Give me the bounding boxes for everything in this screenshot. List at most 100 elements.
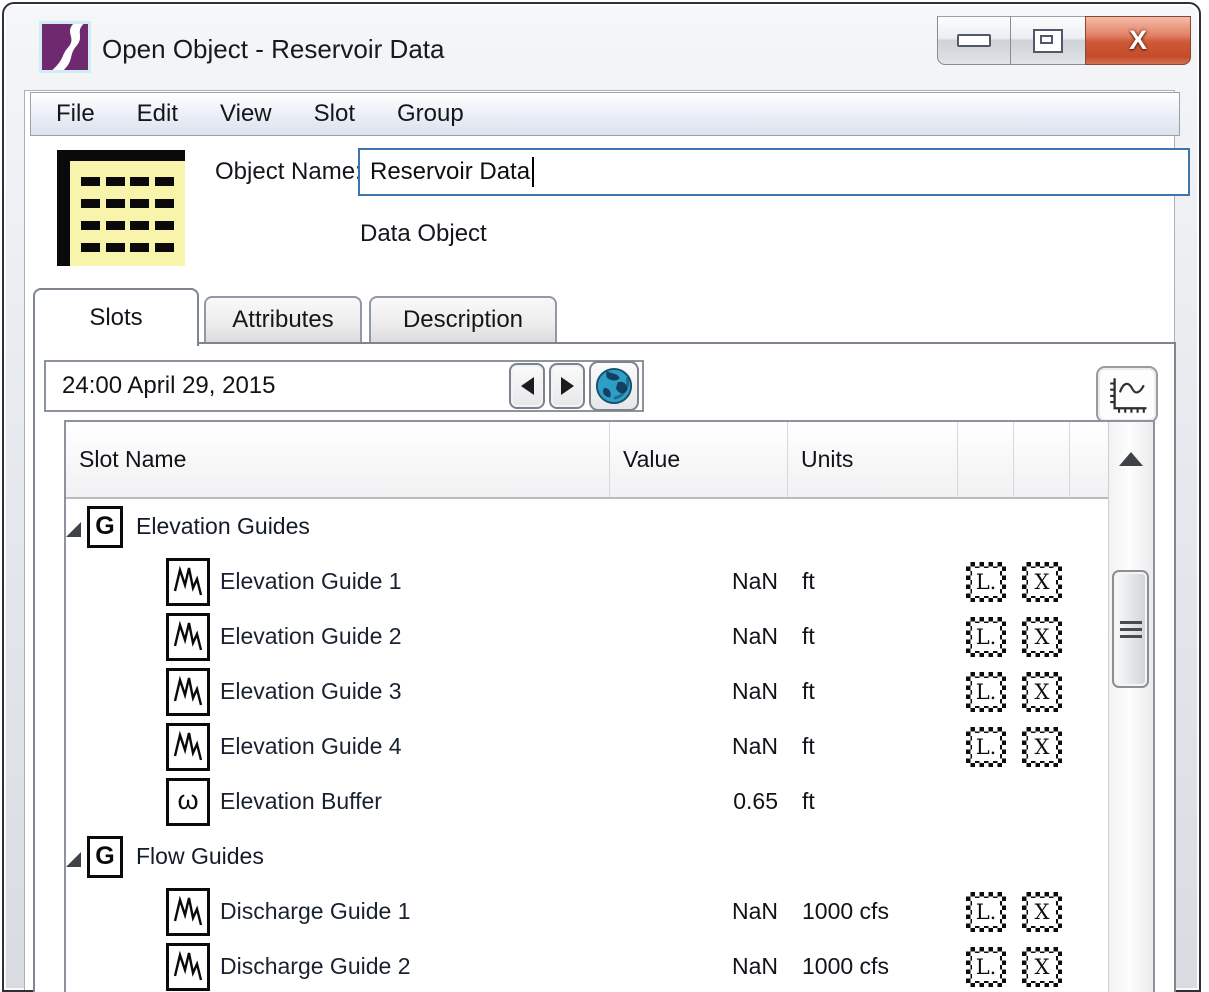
slot-row[interactable]: G G Elevation Guides L. X xyxy=(66,499,1109,554)
expanded-triangle-icon[interactable] xyxy=(66,522,81,537)
slot-value: 0.65 xyxy=(610,788,788,815)
flag-x-button[interactable]: X xyxy=(1022,947,1062,987)
flag-cell-left: L. xyxy=(958,892,1014,932)
slot-label: Elevation Guides xyxy=(136,513,310,540)
slot-row[interactable]: G G Flow Guides L. X xyxy=(66,829,1109,884)
flag-x-button[interactable]: X xyxy=(1022,562,1062,602)
flag-cell-left: L. xyxy=(958,562,1014,602)
menu-edit[interactable]: Edit xyxy=(116,93,199,135)
flag-cell-right: X xyxy=(1014,892,1070,932)
slot-value: NaN xyxy=(610,623,788,650)
flag-x-button[interactable]: X xyxy=(1022,617,1062,657)
window-controls: X xyxy=(937,16,1191,65)
slot-name-cell: Discharge Guide 2 xyxy=(66,939,610,992)
group-icon: G xyxy=(87,506,123,548)
slot-label: Elevation Guide 2 xyxy=(220,623,402,650)
slot-row[interactable]: Elevation Guide 4 NaN ft L. X xyxy=(66,719,1109,774)
flag-cell-right: X xyxy=(1014,727,1070,767)
vertical-scrollbar[interactable] xyxy=(1108,422,1153,992)
menu-group[interactable]: Group xyxy=(376,93,485,135)
flag-cell-left: L. xyxy=(958,672,1014,712)
scalar-slot-icon: ω xyxy=(166,778,210,826)
slot-name-cell: G G Flow Guides xyxy=(66,829,610,884)
slot-units: ft xyxy=(788,788,958,815)
slot-label: Elevation Guide 3 xyxy=(220,678,402,705)
series-slot-icon xyxy=(166,668,210,716)
flag-l-button[interactable]: L. xyxy=(966,562,1006,602)
slot-row[interactable]: Discharge Guide 2 NaN 1000 cfs L. X xyxy=(66,939,1109,992)
next-timestep-button[interactable] xyxy=(549,363,585,409)
object-name-input[interactable]: Reservoir Data xyxy=(358,148,1190,196)
flag-x-button[interactable]: X xyxy=(1022,672,1062,712)
previous-timestep-button[interactable] xyxy=(509,363,545,409)
timestep-value: 24:00 April 29, 2015 xyxy=(46,372,509,400)
close-icon: X xyxy=(1129,27,1147,54)
slot-row[interactable]: Elevation Guide 3 NaN ft L. X xyxy=(66,664,1109,719)
slot-units: ft xyxy=(788,678,958,705)
column-header-filler xyxy=(1070,422,1109,497)
slot-row[interactable]: Discharge Guide 1 NaN 1000 cfs L. X xyxy=(66,884,1109,939)
series-slot-icon xyxy=(166,888,210,936)
column-header-value[interactable]: Value xyxy=(610,422,788,497)
slot-units: ft xyxy=(788,733,958,760)
global-timestep-button[interactable] xyxy=(589,361,639,411)
flag-cell-left: L. xyxy=(958,727,1014,767)
slot-name-cell: Discharge Guide 1 xyxy=(66,884,610,939)
arrow-left-icon xyxy=(521,377,534,395)
maximize-icon xyxy=(1033,29,1063,53)
arrow-right-icon xyxy=(561,377,574,395)
slot-value: NaN xyxy=(610,678,788,705)
slot-units: ft xyxy=(788,623,958,650)
expanded-triangle-icon[interactable] xyxy=(66,852,81,867)
slot-row[interactable]: ω ω Elevation Buffer 0.65 ft L. X xyxy=(66,774,1109,829)
scrollbar-grip-icon xyxy=(1120,621,1142,638)
column-header-flag-2[interactable] xyxy=(1014,422,1070,497)
column-header-flag-1[interactable] xyxy=(958,422,1014,497)
slot-value: NaN xyxy=(610,953,788,980)
series-slot-icon xyxy=(166,723,210,771)
column-header-units[interactable]: Units xyxy=(788,422,958,497)
slot-name-cell: ω ω Elevation Buffer xyxy=(66,774,610,829)
scroll-up-icon[interactable] xyxy=(1119,452,1143,466)
slot-row[interactable]: Elevation Guide 1 NaN ft L. X xyxy=(66,554,1109,609)
riverware-app-icon xyxy=(42,24,88,70)
flag-l-button[interactable]: L. xyxy=(966,947,1006,987)
minimize-icon xyxy=(957,34,991,47)
menu-slot[interactable]: Slot xyxy=(293,93,376,135)
slot-name-cell: G G Elevation Guides xyxy=(66,499,610,554)
minimize-button[interactable] xyxy=(937,16,1011,65)
slot-value: NaN xyxy=(610,733,788,760)
river-glyph xyxy=(42,24,88,70)
slot-value: NaN xyxy=(610,568,788,595)
flag-l-button[interactable]: L. xyxy=(966,617,1006,657)
series-slot-icon xyxy=(166,613,210,661)
slot-label: Elevation Guide 4 xyxy=(220,733,402,760)
flag-cell-right: X xyxy=(1014,617,1070,657)
menu-view[interactable]: View xyxy=(199,93,293,135)
menu-bar: File Edit View Slot Group xyxy=(30,92,1180,136)
flag-l-button[interactable]: L. xyxy=(966,727,1006,767)
tab-slots[interactable]: Slots xyxy=(33,288,199,346)
flag-l-button[interactable]: L. xyxy=(966,892,1006,932)
slot-row[interactable]: Elevation Guide 2 NaN ft L. X xyxy=(66,609,1109,664)
flag-x-button[interactable]: X xyxy=(1022,892,1062,932)
tab-description[interactable]: Description xyxy=(369,296,557,342)
data-object-icon xyxy=(57,150,185,266)
menu-file[interactable]: File xyxy=(35,93,116,135)
flag-l-button[interactable]: L. xyxy=(966,672,1006,712)
series-slot-icon xyxy=(166,943,210,991)
data-object-icon-grid xyxy=(78,170,177,258)
scrollbar-thumb[interactable] xyxy=(1112,570,1149,688)
close-button[interactable]: X xyxy=(1085,16,1191,65)
slot-units: ft xyxy=(788,568,958,595)
slot-label: Elevation Buffer xyxy=(220,788,382,815)
slot-label: Flow Guides xyxy=(136,843,264,870)
maximize-button[interactable] xyxy=(1011,16,1085,65)
flag-x-button[interactable]: X xyxy=(1022,727,1062,767)
column-header-slot-name[interactable]: Slot Name xyxy=(66,422,610,497)
slot-name-cell: Elevation Guide 4 xyxy=(66,719,610,774)
tab-attributes[interactable]: Attributes xyxy=(204,296,362,342)
plot-chart-icon xyxy=(1104,373,1150,417)
slot-table: Slot Name Value Units G G Elevation Guid… xyxy=(64,420,1155,992)
plot-slots-button[interactable] xyxy=(1096,366,1158,423)
